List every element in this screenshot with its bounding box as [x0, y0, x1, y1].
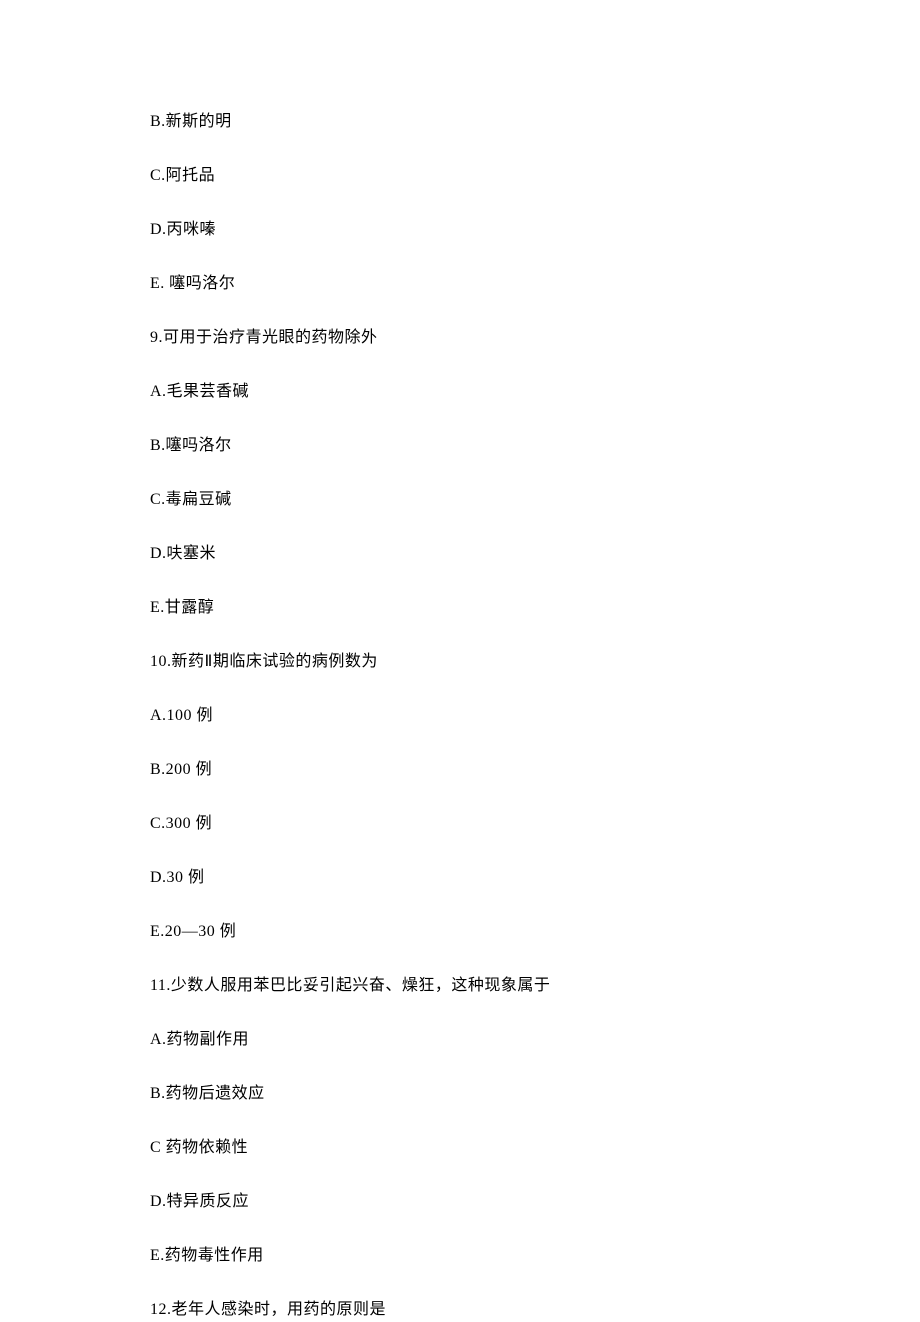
document-page: B.新斯的明 C.阿托品 D.丙咪嗪 E. 噻吗洛尔 9.可用于治疗青光眼的药物… [0, 0, 920, 1322]
option-e: E.20—30 例 [150, 920, 770, 944]
option-d: D.呋塞米 [150, 542, 770, 566]
option-e: E.药物毒性作用 [150, 1244, 770, 1268]
option-a: A.毛果芸香碱 [150, 380, 770, 404]
option-c: C.阿托品 [150, 164, 770, 188]
option-d: D.丙咪嗪 [150, 218, 770, 242]
option-c: C 药物依赖性 [150, 1136, 770, 1160]
question-9: 9.可用于治疗青光眼的药物除外 [150, 326, 770, 350]
option-b: B.200 例 [150, 758, 770, 782]
option-a: A.药物副作用 [150, 1028, 770, 1052]
option-a: A.100 例 [150, 704, 770, 728]
question-10: 10.新药Ⅱ期临床试验的病例数为 [150, 650, 770, 674]
question-11: 11.少数人服用苯巴比妥引起兴奋、燥狂，这种现象属于 [150, 974, 770, 998]
option-d: D.30 例 [150, 866, 770, 890]
option-c: C.300 例 [150, 812, 770, 836]
option-b: B.新斯的明 [150, 110, 770, 134]
option-b: B.噻吗洛尔 [150, 434, 770, 458]
option-c: C.毒扁豆碱 [150, 488, 770, 512]
option-e: E.甘露醇 [150, 596, 770, 620]
option-d: D.特异质反应 [150, 1190, 770, 1214]
option-e: E. 噻吗洛尔 [150, 272, 770, 296]
option-b: B.药物后遗效应 [150, 1082, 770, 1106]
